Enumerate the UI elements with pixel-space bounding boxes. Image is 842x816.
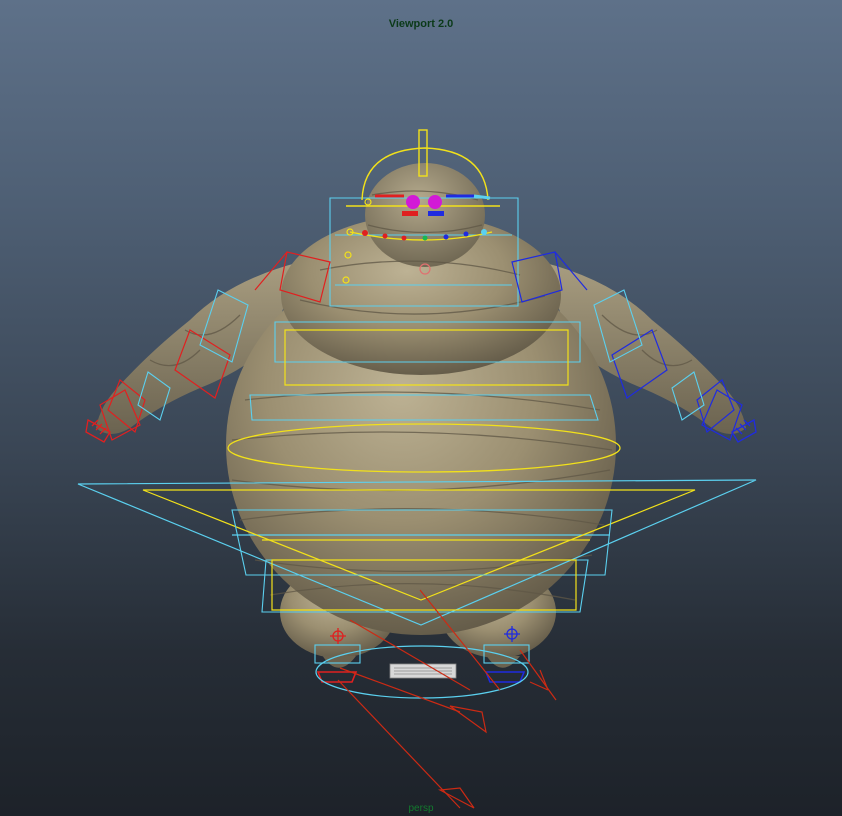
camera-name-label: persp bbox=[408, 803, 434, 814]
left-brow-control[interactable] bbox=[402, 211, 418, 216]
right-foot-mesh[interactable] bbox=[486, 655, 520, 668]
left-foot-ik-control[interactable] bbox=[316, 671, 358, 683]
maya-viewport-panel[interactable]: Viewport 2.0 persp bbox=[0, 0, 842, 816]
left-eye-control[interactable] bbox=[406, 195, 420, 209]
scene-canvas[interactable] bbox=[0, 0, 842, 816]
right-brow-control[interactable] bbox=[428, 211, 444, 216]
left-foot-mesh[interactable] bbox=[322, 655, 356, 668]
head-mesh[interactable] bbox=[365, 163, 485, 267]
right-eye-control[interactable] bbox=[428, 195, 442, 209]
